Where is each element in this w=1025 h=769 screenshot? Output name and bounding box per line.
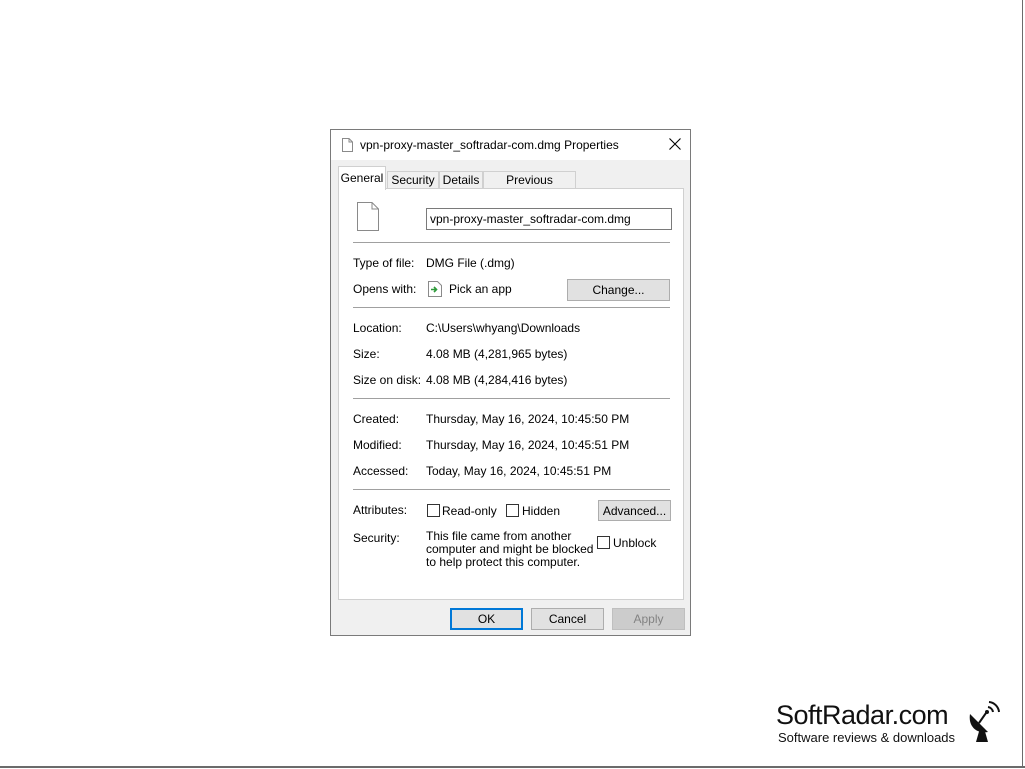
unblock-checkbox[interactable] <box>597 536 610 549</box>
security-message: This file came from another computer and… <box>426 529 594 569</box>
separator <box>353 307 670 308</box>
unblock-label[interactable]: Unblock <box>613 536 656 550</box>
close-button[interactable] <box>660 130 690 160</box>
advanced-button[interactable]: Advanced... <box>598 500 671 521</box>
size-label: Size: <box>353 347 380 361</box>
hidden-label[interactable]: Hidden <box>522 504 560 518</box>
type-value: DMG File (.dmg) <box>426 256 515 270</box>
file-icon <box>342 138 353 155</box>
properties-dialog: vpn-proxy-master_softradar-com.dmg Prope… <box>330 129 691 636</box>
brand-tagline: Software reviews & downloads <box>778 730 956 745</box>
pick-app-icon <box>428 281 442 300</box>
large-file-icon <box>357 202 379 234</box>
opens-with-value: Pick an app <box>449 282 512 296</box>
type-label: Type of file: <box>353 256 415 270</box>
created-value: Thursday, May 16, 2024, 10:45:50 PM <box>426 412 630 426</box>
hidden-checkbox[interactable] <box>506 504 519 517</box>
apply-button[interactable]: Apply <box>612 608 685 630</box>
tab-previous-versions[interactable]: Previous Versions <box>483 171 576 204</box>
size-on-disk-label: Size on disk: <box>353 373 422 387</box>
accessed-label: Accessed: <box>353 464 409 478</box>
general-panel: Type of file: DMG File (.dmg) Opens with… <box>338 188 684 600</box>
separator <box>353 242 670 243</box>
readonly-checkbox[interactable] <box>427 504 440 517</box>
change-button[interactable]: Change... <box>567 279 670 301</box>
file-name-field[interactable] <box>426 208 672 230</box>
security-label: Security: <box>353 531 400 545</box>
size-on-disk-value: 4.08 MB (4,284,416 bytes) <box>426 373 568 387</box>
title-bar[interactable]: vpn-proxy-master_softradar-com.dmg Prope… <box>331 130 690 160</box>
satellite-dish-icon <box>966 700 1006 747</box>
location-label: Location: <box>353 321 402 335</box>
size-value: 4.08 MB (4,281,965 bytes) <box>426 347 568 361</box>
dialog-title: vpn-proxy-master_softradar-com.dmg Prope… <box>360 138 619 152</box>
separator <box>353 398 670 399</box>
screen-bottom-edge <box>0 766 1025 768</box>
created-label: Created: <box>353 412 400 426</box>
tab-security[interactable]: Security <box>387 171 439 189</box>
accessed-value: Today, May 16, 2024, 10:45:51 PM <box>426 464 612 478</box>
location-value: C:\Users\whyang\Downloads <box>426 321 581 335</box>
attributes-label: Attributes: <box>353 503 408 517</box>
tab-general[interactable]: General <box>338 166 386 190</box>
readonly-label[interactable]: Read-only <box>442 504 497 518</box>
screen-right-edge <box>1022 0 1023 766</box>
opens-with-label: Opens with: <box>353 282 417 296</box>
separator <box>353 489 670 490</box>
modified-label: Modified: <box>353 438 402 452</box>
cancel-button[interactable]: Cancel <box>531 608 604 630</box>
modified-value: Thursday, May 16, 2024, 10:45:51 PM <box>426 438 630 452</box>
close-icon <box>669 138 681 150</box>
tab-details[interactable]: Details <box>439 171 483 189</box>
brand-name: SoftRadar.com <box>776 700 949 730</box>
ok-button[interactable]: OK <box>450 608 523 630</box>
